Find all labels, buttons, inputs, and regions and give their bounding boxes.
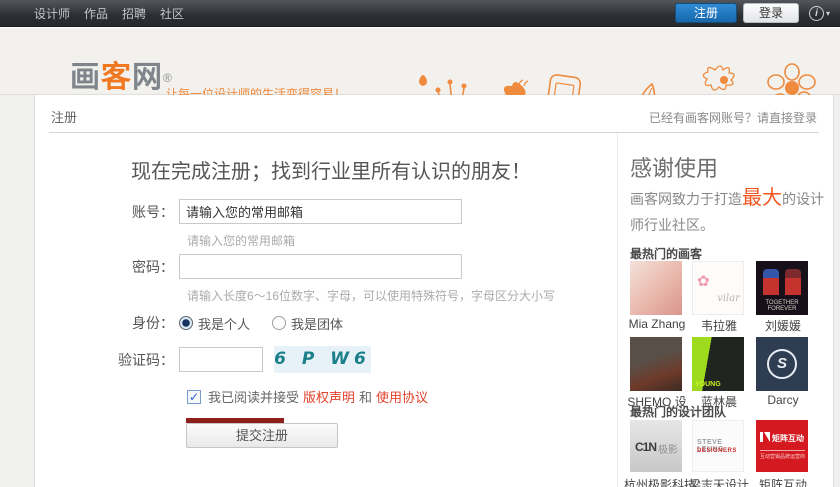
circle-s-logo-icon: S [767,349,797,379]
radio-individual-label[interactable]: 我是个人 [198,314,250,333]
identity-row: 身份： 我是个人 我是团体 [35,313,365,333]
chevron-down-icon: ▾ [826,9,830,18]
thanks-sidebar: 感谢使用 画客网致力于打造最大的设计师行业社区。 最热门的画客 ✿ vilar … [617,133,835,487]
password-label: 密码： [35,257,179,277]
nav-item-works[interactable]: 作品 [84,5,108,22]
copyright-statement-link[interactable]: 版权声明 [303,387,355,406]
nav-item-designers[interactable]: 设计师 [34,5,70,22]
team-name[interactable]: 矩阵互动 [750,476,816,487]
nav-item-community[interactable]: 社区 [160,5,184,22]
account-row: 账号： [35,199,462,224]
user-name[interactable]: 韦拉雅 [686,317,752,334]
logo-char-ke: 客 [101,61,132,94]
account-input[interactable] [179,199,462,224]
logo-char-hua: 画 [70,61,101,94]
sidebar-intro: 画客网致力于打造最大的设计师行业社区。 [630,185,830,238]
existing-account-login-link[interactable]: 已经有画客网账号？请直接登录 [649,109,817,126]
radio-organization-label[interactable]: 我是团体 [291,314,343,333]
sidebar-heading: 感谢使用 [630,151,718,183]
user-avatar-lanlinchen[interactable]: YOUNG [692,337,744,391]
info-menu[interactable]: i ▾ [809,6,830,21]
submit-registration-button[interactable]: 提交注册 [186,423,338,448]
user-name[interactable]: Darcy [750,393,816,407]
team-name[interactable]: 梁志天设计 [686,476,752,487]
team-logo-steve-leung[interactable]: STEVE LEUNG DESIGNERS [692,420,744,472]
flower-icon: ✿ [697,272,710,290]
top-navigation-bar: 设计师 作品 招聘 社区 注册 登录 i ▾ [0,0,840,27]
user-avatar-darcy[interactable]: S [756,337,808,391]
logo-char-wang: 网 [132,61,163,94]
user-avatar-mia-zhang[interactable] [630,261,682,315]
team-logo-gin[interactable]: C1N 极影 [630,420,682,472]
captcha-label: 验证码： [35,350,179,370]
captcha-row: 验证码： 6 P W6 [35,347,263,372]
site-header: 画客网® www.huakewang.com 让每一位设计师的生活变得容易！ [0,28,840,95]
account-help-text: 请输入您的常用邮箱 [187,232,295,249]
login-button[interactable]: 登录 [743,3,799,23]
info-icon[interactable]: i [809,6,824,21]
team-logo-text: 矩阵互动 [772,433,804,444]
identity-label: 身份： [35,313,179,333]
registration-form: 现在完成注册；找到行业里所有认识的朋友！ 账号： 请输入您的常用邮箱 密码： 请… [35,133,617,487]
register-button[interactable]: 注册 [675,3,737,23]
intro-emphasis: 最大 [742,187,782,209]
captcha-input[interactable] [179,347,263,372]
team-logo-sub-text: DESIGNERS [697,448,737,454]
user-avatar-liuyuanyuan[interactable]: TOGETHER FOREVER [756,261,808,315]
avatar-tiny-text: TOGETHER FOREVER [756,300,808,312]
avatar-script-text: vilar [717,293,740,304]
user-name[interactable]: 刘媛媛 [750,317,816,334]
user-name[interactable]: Mia Zhang [624,317,690,331]
matrix-m-icon [760,432,769,442]
agreement-text: 我已阅读并接受 [208,387,299,406]
password-input[interactable] [179,254,462,279]
breadcrumb: 注册 [51,107,77,126]
user-avatar-shemo[interactable] [630,337,682,391]
avatar-figures [763,269,801,297]
agreement-row: ✓ 我已阅读并接受 版权声明 和 使用协议 [187,387,432,406]
main-panel: 注册 已经有画客网账号？请直接登录 现在完成注册；找到行业里所有认识的朋友！ 账… [34,95,834,487]
nav-item-jobs[interactable]: 招聘 [122,5,146,22]
agreement-checkbox[interactable]: ✓ [187,390,201,404]
team-logo-side-text: 极影 [658,441,678,456]
radio-organization[interactable] [272,316,286,330]
password-row: 密码： [35,254,462,279]
top-actions: 注册 登录 i ▾ [675,3,830,23]
password-help-text: 请输入长度6～16位数字、字母，可以使用特殊符号，字母区分大小写 [187,287,555,304]
account-label: 账号： [35,202,179,222]
breadcrumb-row: 注册 已经有画客网账号？请直接登录 [35,95,833,133]
team-logo-matrix[interactable]: 矩阵互动 互动营销品牌运营商 [756,420,808,472]
registered-trademark-icon: ® [163,71,173,85]
site-logo[interactable]: 画客网® [70,63,173,93]
top-nav-links: 设计师 作品 招聘 社区 [34,5,184,22]
intro-pre: 画客网致力于打造 [630,191,742,207]
hot-teams-heading: 最热门的设计团队 [630,403,726,420]
team-name[interactable]: 杭州极影科技 [624,476,690,487]
registration-page: 设计师 作品 招聘 社区 注册 登录 i ▾ 画客网® www.huakewan… [0,0,840,487]
user-avatar-weilaya[interactable]: ✿ vilar [692,261,744,315]
radio-individual[interactable] [179,316,193,330]
agreement-and-text: 和 [359,387,372,406]
team-logo-sub-text: 互动营销品牌运营商 [760,450,805,460]
terms-of-use-link[interactable]: 使用协议 [376,387,428,406]
avatar-tiny-text: YOUNG [695,381,721,388]
team-logo-text: C1N [635,440,656,454]
form-heading: 现在完成注册；找到行业里所有认识的朋友！ [131,155,531,184]
captcha-image[interactable]: 6 P W6 [274,346,371,373]
hot-users-heading: 最热门的画客 [630,245,702,262]
